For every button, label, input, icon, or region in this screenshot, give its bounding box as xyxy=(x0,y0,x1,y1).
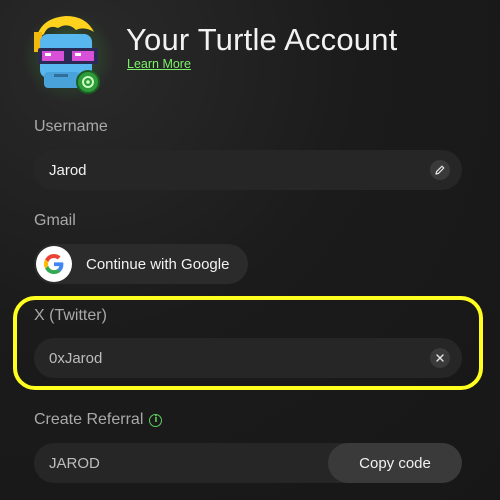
page-title: Your Turtle Account xyxy=(126,22,398,57)
gmail-label: Gmail xyxy=(34,212,76,229)
username-value: Jarod xyxy=(49,161,87,179)
referral-field[interactable]: JAROD Copy code xyxy=(34,443,462,483)
referral-label-row: Create Referral i xyxy=(34,411,163,429)
edit-username-button[interactable] xyxy=(430,160,450,180)
copy-code-button[interactable]: Copy code xyxy=(328,443,462,483)
username-label: Username xyxy=(34,118,108,135)
referral-label: Create Referral xyxy=(34,411,144,428)
username-field[interactable]: Jarod xyxy=(34,150,462,190)
info-icon[interactable]: i xyxy=(149,414,163,427)
turtle-avatar-icon xyxy=(34,16,100,94)
google-logo-icon xyxy=(36,246,72,282)
continue-with-google-button[interactable]: Continue with Google xyxy=(34,244,248,284)
pencil-icon xyxy=(435,165,445,175)
twitter-highlight-box xyxy=(13,296,483,390)
continue-with-google-label: Continue with Google xyxy=(86,255,230,273)
avatar xyxy=(22,10,114,102)
referral-value: JAROD xyxy=(49,454,100,472)
learn-more-link[interactable]: Learn More xyxy=(127,57,191,71)
